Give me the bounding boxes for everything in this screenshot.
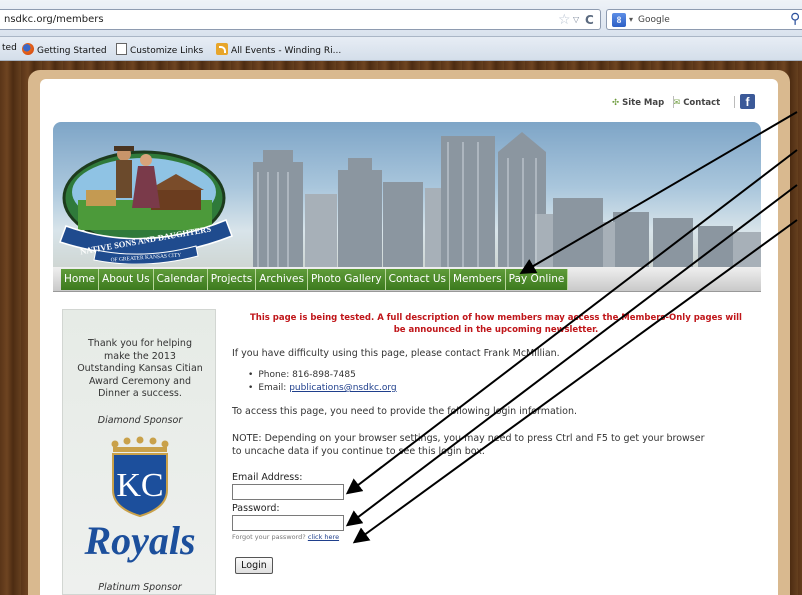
site-map-link[interactable]: Site Map [622, 98, 664, 108]
bookmark-star-icon[interactable]: ☆ [558, 12, 571, 28]
bookmark-most-visited[interactable]: ted [2, 43, 17, 53]
phone-item: Phone: 816-898-7485 [248, 370, 356, 380]
nav-home[interactable]: Home [61, 269, 100, 290]
diamond-sponsor-label: Diamond Sponsor [97, 415, 183, 426]
address-bar[interactable]: nsdkc.org/members ☆ ▽ C [0, 9, 601, 30]
test-notice: This page is being tested. A full descri… [232, 312, 760, 336]
thanks-line: Thank you for helping [88, 338, 192, 349]
nav-projects[interactable]: Projects [207, 269, 257, 290]
firefox-icon [22, 43, 34, 55]
search-box[interactable]: 8 ▾ Google ⚲ [606, 9, 802, 30]
logo-graphic: NATIVE SONS AND DAUGHTERS OF GREATER KAN… [59, 146, 233, 265]
forgot-text: Forgot your password? [232, 533, 308, 541]
bookmark-all-events[interactable]: All Events - Winding Ri... [216, 43, 341, 56]
forgot-password-link[interactable]: click here [308, 533, 339, 541]
bookmarks-toolbar: ted Getting Started Customize Links All … [0, 37, 802, 61]
browser-toolbar: nsdkc.org/members ☆ ▽ C 8 ▾ Google ⚲ [0, 0, 802, 37]
password-field[interactable] [232, 515, 344, 531]
nav-photo-gallery[interactable]: Photo Gallery [307, 269, 386, 290]
bookmark-label: All Events - Winding Ri... [231, 46, 342, 56]
nav-pay-online[interactable]: Pay Online [505, 269, 569, 290]
reload-icon[interactable]: C [585, 13, 594, 27]
thanks-line: Award Ceremony and [88, 375, 192, 387]
nav-calendar[interactable]: Calendar [153, 269, 208, 290]
contact-link[interactable]: Contact [683, 98, 720, 108]
search-icon[interactable]: ⚲ [790, 11, 800, 27]
nav-items: Home About Us Calendar Projects Archives… [61, 269, 569, 290]
contact-icon: ✉ [673, 98, 681, 108]
email-link[interactable]: publications@nsdkc.org [289, 383, 396, 393]
bookmark-label: Customize Links [130, 46, 204, 56]
divider [673, 96, 674, 108]
sponsor-sidebar: Thank you for helping make the 2013 Outs… [62, 309, 216, 595]
password-field-label: Password: [232, 503, 280, 514]
thanks-line: Dinner a success. [98, 388, 182, 399]
nav-contact-us[interactable]: Contact Us [385, 269, 450, 290]
login-button[interactable]: Login [235, 557, 273, 574]
nav-members[interactable]: Members [450, 269, 506, 290]
sitemap-icon: ✣ [612, 98, 620, 108]
search-engine-icon[interactable]: 8 [612, 13, 626, 27]
note-line-2: to uncache data if you continue to see t… [232, 446, 485, 457]
bookmark-customize-links[interactable]: Customize Links [116, 43, 203, 56]
nav-archives[interactable]: Archives [256, 269, 308, 290]
history-dropdown-icon[interactable]: ▽ [573, 15, 579, 24]
facebook-icon[interactable]: f [740, 94, 755, 109]
access-text: To access this page, you need to provide… [232, 406, 578, 417]
search-placeholder[interactable]: Google [638, 15, 670, 25]
royals-graphic: KC Royals [83, 436, 196, 563]
platinum-sponsor-label: Platinum Sponsor [98, 582, 182, 593]
engine-dropdown-icon[interactable]: ▾ [629, 15, 633, 24]
forgot-password: Forgot your password? click here [232, 533, 339, 541]
thanks-line: make the 2013 [104, 350, 176, 362]
email-label: Email: [258, 383, 290, 393]
rss-feed-icon [216, 43, 228, 55]
main-nav: Home About Us Calendar Projects Archives… [53, 267, 761, 292]
site-logo[interactable]: NATIVE SONS AND DAUGHTERS OF GREATER KAN… [56, 146, 241, 265]
note-line-1: NOTE: Depending on your browser settings… [232, 433, 705, 444]
royals-wordmark: Royals [83, 518, 195, 563]
thanks-line: Outstanding Kansas Citian [77, 363, 203, 374]
royals-logo[interactable]: KC Royals [69, 436, 211, 576]
notice-line: This page is being tested. A full descri… [250, 313, 742, 323]
bookmark-getting-started[interactable]: Getting Started [22, 43, 107, 56]
notice-line: be announced in the upcoming newsletter. [393, 325, 599, 335]
address-text[interactable]: nsdkc.org/members [4, 14, 104, 25]
email-item: Email: publications@nsdkc.org [248, 383, 396, 393]
nav-about-us[interactable]: About Us [99, 269, 154, 290]
page-icon [116, 43, 127, 55]
email-field-label: Email Address: [232, 472, 303, 483]
bookmark-label: Getting Started [37, 46, 107, 56]
difficulty-text: If you have difficulty using this page, … [232, 348, 560, 359]
royals-kc: KC [116, 467, 163, 504]
email-field[interactable] [232, 484, 344, 500]
thank-you-message: Thank you for helping make the 2013 Outs… [63, 338, 217, 401]
top-links: ✣ Site Map ✉ Contact [612, 98, 720, 108]
divider [734, 96, 735, 108]
